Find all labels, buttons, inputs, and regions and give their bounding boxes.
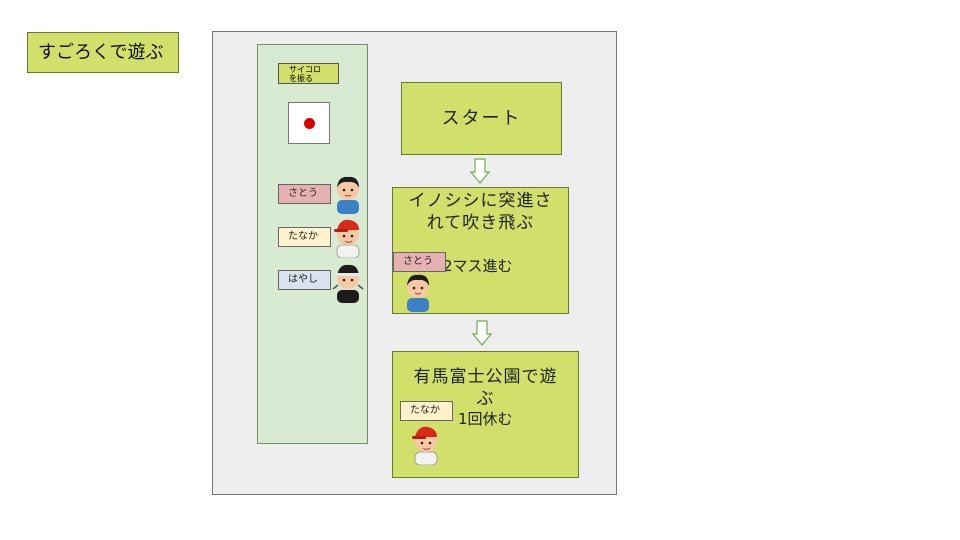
start-square: スタート [401, 82, 562, 155]
dice-pip [304, 118, 315, 129]
square-title-line: 有馬富士公園で遊 [413, 367, 558, 387]
down-arrow-icon [472, 320, 492, 346]
player-tag-tanaka-on-board: たなか [400, 401, 453, 421]
roll-dice-button-line2: を振る [289, 74, 313, 83]
masked-boy-icon [332, 264, 364, 303]
roll-dice-button[interactable]: サイコロ を振る [278, 63, 339, 84]
down-arrow-icon [470, 158, 490, 184]
boy-avatar-icon [407, 274, 429, 312]
square-effect: 1回休む [458, 410, 513, 428]
baseball-cap-boy-icon [412, 426, 438, 465]
roll-dice-button-line1: サイコロ [289, 65, 321, 74]
player-tag-sato: さとう [278, 184, 331, 204]
page-title: すごろくで遊ぶ [27, 32, 179, 73]
square-title-line: れて吹き飛ぶ [426, 213, 535, 233]
square-effect: 2マス進む [443, 257, 513, 275]
player-tag-sato-on-board: さとう [393, 252, 446, 272]
dice-face-one-icon[interactable] [288, 102, 330, 144]
player-tag-hayashi: はやし [278, 270, 331, 290]
player-tag-tanaka: たなか [278, 227, 331, 247]
baseball-cap-boy-icon [334, 219, 360, 258]
boy-avatar-icon [337, 176, 359, 214]
square-title-line: イノシシに突進さ [408, 191, 553, 211]
